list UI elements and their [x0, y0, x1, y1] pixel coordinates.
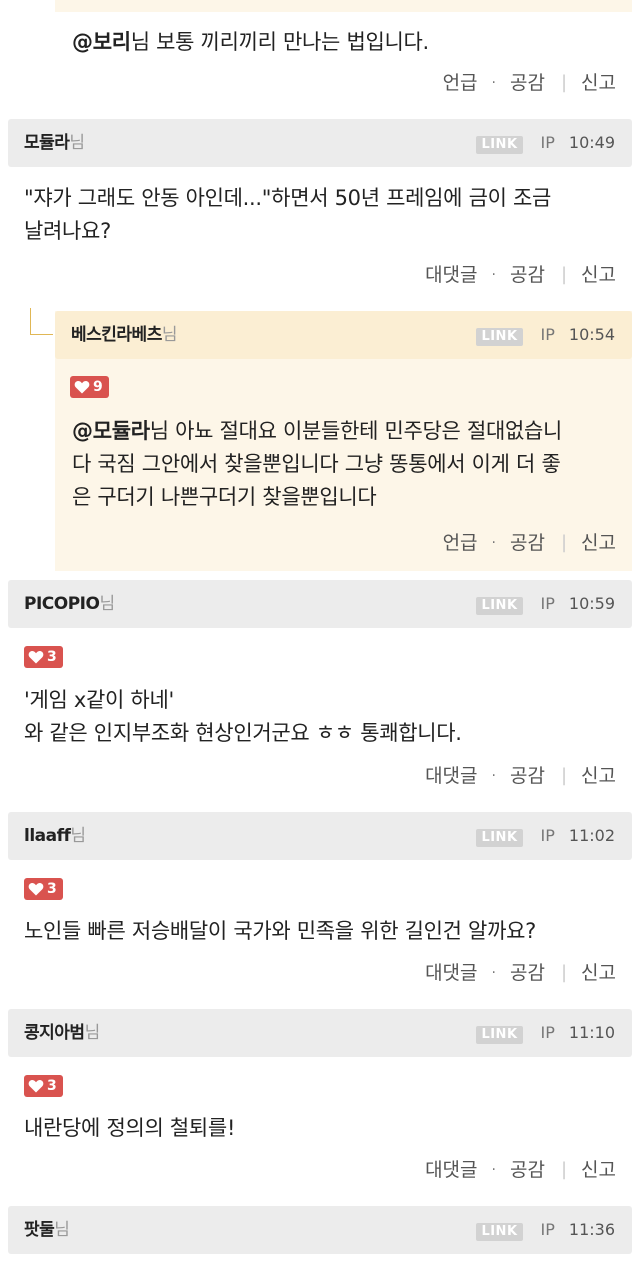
report-button[interactable]: 신고 [581, 1155, 616, 1185]
separator-bar: | [560, 962, 568, 983]
comment-actions: 언급 · 공감 | 신고 [443, 68, 616, 98]
empathy-button[interactable]: 공감 [510, 260, 545, 290]
comment-actions: 대댓글 · 공감 | 신고 [425, 1155, 616, 1185]
heart-icon [28, 1079, 44, 1093]
like-badge[interactable]: 3 [24, 878, 63, 900]
comment-header: 콩지아범님 LINK IP 11:10 [8, 1009, 632, 1057]
empathy-button[interactable]: 공감 [510, 528, 545, 558]
empathy-button[interactable]: 공감 [510, 958, 545, 988]
like-badge[interactable]: 9 [70, 376, 109, 398]
comment-actions: 대댓글 · 공감 | 신고 [425, 761, 616, 791]
comment-author[interactable]: 모듈라님 [24, 119, 85, 167]
empathy-button[interactable]: 공감 [510, 1155, 545, 1185]
comment-header: PICOPIO님 LINK IP 10:59 [8, 580, 632, 628]
prev-reply-bg [55, 0, 632, 12]
comment-author[interactable]: 콩지아범님 [24, 1009, 100, 1057]
separator-bar: | [560, 1159, 568, 1180]
link-badge[interactable]: LINK [476, 829, 523, 847]
reply-button[interactable]: 대댓글 [425, 958, 477, 988]
ip-label: IP [540, 1023, 555, 1042]
empathy-button[interactable]: 공감 [510, 68, 545, 98]
separator-bar: | [560, 765, 568, 786]
comment-text: "쟈가 그래도 안동 아인데..."하면서 50년 프레임에 금이 조금 날려나… [24, 186, 552, 243]
like-badge[interactable]: 3 [24, 646, 63, 668]
comment-author[interactable]: PICOPIO님 [24, 580, 115, 628]
comment-actions: 대댓글 · 공감 | 신고 [425, 958, 616, 988]
like-count: 3 [47, 649, 57, 665]
mention-button[interactable]: 언급 [443, 528, 478, 558]
comment-text: '게임 x같이 하네' 와 같은 인지부조화 현상인거군요 ㅎㅎ 통쾌합니다. [24, 688, 462, 745]
comment-time: 11:36 [568, 1220, 615, 1239]
comment-time: 11:02 [568, 826, 615, 845]
mention-button[interactable]: 언급 [443, 68, 478, 98]
separator-bar: | [560, 264, 568, 285]
separator-bar: | [560, 532, 568, 553]
comment-author[interactable]: 베스킨라베츠님 [71, 311, 177, 359]
separator-dot: · [491, 75, 496, 91]
report-button[interactable]: 신고 [581, 528, 616, 558]
comment-author[interactable]: llaaff님 [24, 812, 86, 860]
like-count: 3 [47, 881, 57, 897]
like-count: 9 [93, 379, 103, 395]
ip-label: IP [540, 325, 555, 344]
reply-connector-line [30, 308, 53, 335]
ip-label: IP [540, 133, 555, 152]
mention-link[interactable]: @모듈라 [72, 419, 150, 443]
comment-text: 노인들 빠른 저승배달이 국가와 민족을 위한 길인건 알까요? [24, 919, 536, 943]
like-badge[interactable]: 3 [24, 1075, 63, 1097]
link-badge[interactable]: LINK [476, 328, 523, 346]
comment-header: llaaff님 LINK IP 11:02 [8, 812, 632, 860]
heart-icon [74, 380, 90, 394]
comment-actions: 대댓글 · 공감 | 신고 [425, 260, 616, 290]
separator-dot: · [491, 1162, 496, 1178]
link-badge[interactable]: LINK [476, 1026, 523, 1044]
comment-text: @모듈라님 아뇨 절대요 이분들한테 민주당은 절대없습니 다 국짐 그안에서 … [72, 419, 563, 509]
ip-label: IP [540, 1220, 555, 1239]
report-button[interactable]: 신고 [581, 958, 616, 988]
reply-button[interactable]: 대댓글 [425, 1155, 477, 1185]
heart-icon [28, 650, 44, 664]
link-badge[interactable]: LINK [476, 136, 523, 154]
report-button[interactable]: 신고 [581, 68, 616, 98]
report-button[interactable]: 신고 [581, 260, 616, 290]
ip-label: IP [540, 826, 555, 845]
separator-dot: · [491, 768, 496, 784]
separator-dot: · [491, 267, 496, 283]
link-badge[interactable]: LINK [476, 597, 523, 615]
separator-bar: | [560, 72, 568, 93]
comment-time: 11:10 [568, 1023, 615, 1042]
comment-header: 팟둘님 LINK IP 11:36 [8, 1206, 632, 1254]
comment-header: 모듈라님 LINK IP 10:49 [8, 119, 632, 167]
comment-time: 10:49 [568, 133, 615, 152]
reply-header: 베스킨라베츠님 LINK IP 10:54 [55, 311, 632, 359]
empathy-button[interactable]: 공감 [510, 761, 545, 791]
comment-actions: 언급 · 공감 | 신고 [443, 528, 616, 558]
comment-text: 내란당에 정의의 철퇴를! [24, 1116, 236, 1140]
link-badge[interactable]: LINK [476, 1223, 523, 1241]
ip-label: IP [540, 594, 555, 613]
comment-time: 10:54 [568, 325, 615, 344]
heart-icon [28, 882, 44, 896]
separator-dot: · [491, 535, 496, 551]
reply-button[interactable]: 대댓글 [425, 761, 477, 791]
report-button[interactable]: 신고 [581, 761, 616, 791]
like-count: 3 [47, 1078, 57, 1094]
comment-author[interactable]: 팟둘님 [24, 1206, 70, 1254]
reply-button[interactable]: 대댓글 [425, 260, 477, 290]
separator-dot: · [491, 965, 496, 981]
mention-link[interactable]: @보리 [72, 30, 131, 54]
reply-text: @보리님 보통 끼리끼리 만나는 법입니다. [72, 30, 429, 54]
comment-time: 10:59 [568, 594, 615, 613]
